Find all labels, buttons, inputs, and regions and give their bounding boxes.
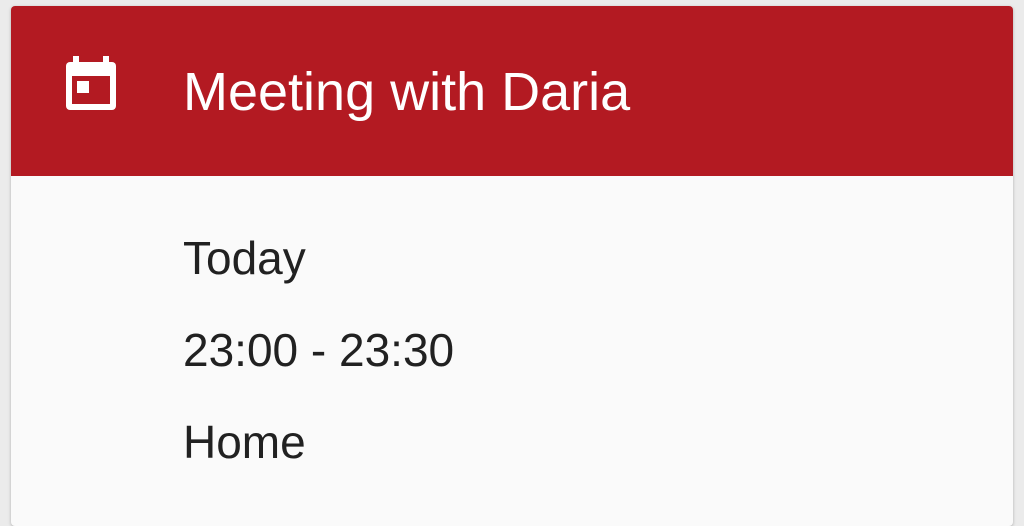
event-title: Meeting with Daria bbox=[183, 62, 631, 122]
event-location: Home bbox=[183, 416, 306, 468]
event-time: 23:00 - 23:30 bbox=[183, 324, 455, 376]
event-details: Today 23:00 - 23:30 Home bbox=[183, 224, 454, 488]
event-header: Meeting with Daria bbox=[11, 6, 1013, 176]
event-card[interactable]: Meeting with Daria Today 23:00 - 23:30 H… bbox=[11, 6, 1013, 526]
event-date: Today bbox=[183, 232, 306, 284]
calendar-icon bbox=[63, 56, 119, 112]
